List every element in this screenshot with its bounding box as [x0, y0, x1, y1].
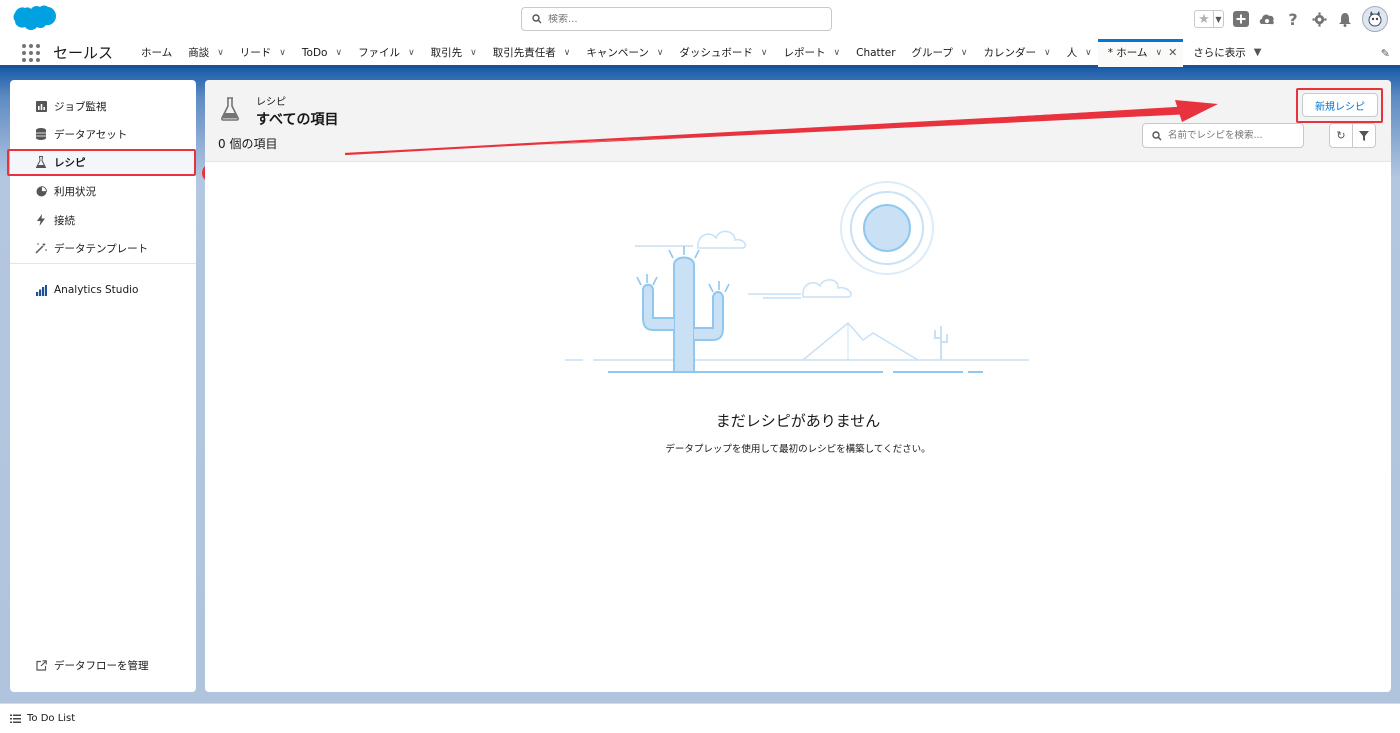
annotation-highlight-new-recipe: [1296, 88, 1383, 123]
chevron-down-icon[interactable]: ∨: [279, 48, 286, 58]
magic-wand-icon: [35, 242, 47, 254]
nav-item-leads[interactable]: リード ∨: [230, 39, 292, 67]
edit-nav-pencil-icon[interactable]: ✎: [1381, 47, 1390, 60]
app-name: セールス: [53, 44, 114, 62]
nav-item-chatter[interactable]: Chatter: [846, 39, 901, 67]
caret-down-icon[interactable]: ▼: [1254, 47, 1262, 58]
nav-item-groups[interactable]: グループ ∨: [902, 39, 974, 67]
recipe-flask-icon: [220, 97, 240, 124]
nav-item-files[interactable]: ファイル ∨: [348, 39, 421, 67]
sidebar-divider: [10, 263, 196, 264]
refresh-icon: ↻: [1336, 129, 1346, 142]
refresh-button[interactable]: ↻: [1329, 123, 1353, 148]
nav-item-opportunities[interactable]: 商談 ∨: [178, 39, 230, 67]
recipes-list-view: レシピ すべての項目 0 個の項目 新規レシピ ↻: [205, 80, 1391, 692]
favorites-button[interactable]: ★ ▼: [1194, 10, 1224, 28]
bell-icon[interactable]: [1336, 10, 1354, 28]
gear-icon[interactable]: [1310, 10, 1328, 28]
chevron-down-icon[interactable]: ∨: [1085, 48, 1092, 58]
sidebar-item-data-templates[interactable]: データテンプレート: [10, 236, 196, 260]
chevron-down-icon[interactable]: ∨: [564, 48, 571, 58]
analytics-studio-icon: [35, 284, 47, 296]
nav-item-accounts[interactable]: 取引先 ∨: [421, 39, 483, 67]
global-header: ★ ▼ ?: [0, 0, 1400, 40]
filter-button[interactable]: [1352, 123, 1376, 148]
chevron-down-icon[interactable]: ∨: [217, 48, 224, 58]
star-icon[interactable]: ★: [1195, 11, 1213, 27]
user-avatar[interactable]: [1362, 6, 1388, 32]
search-icon: [532, 14, 542, 24]
page-title: すべての項目: [256, 112, 339, 128]
global-search-input[interactable]: [548, 13, 798, 25]
empty-state-subtitle: データプレップを使用して最初のレシピを構築してください。: [665, 444, 931, 455]
trailhead-cloud-icon[interactable]: [1258, 10, 1276, 28]
close-icon[interactable]: ✕: [1168, 46, 1177, 59]
todo-list-label[interactable]: To Do List: [27, 713, 75, 724]
app-navigation: セールス ホーム 商談 ∨ リード ∨ ToDo ∨ ファイル ∨ 取引先 ∨ 取引先責任…: [0, 38, 1400, 68]
chevron-down-icon[interactable]: ∨: [408, 48, 415, 58]
chevron-down-icon[interactable]: ∨: [834, 48, 841, 58]
chevron-down-icon[interactable]: ∨: [1155, 48, 1162, 58]
annotation-highlight-recipes: [7, 149, 196, 176]
object-breadcrumb: レシピ: [256, 97, 286, 108]
nav-more[interactable]: さらに表示 ▼: [1183, 39, 1267, 67]
nav-item-reports[interactable]: レポート ∨: [774, 39, 847, 67]
header-utilities: ★ ▼ ?: [1194, 6, 1388, 32]
lightning-icon: [35, 214, 47, 226]
chevron-down-icon[interactable]: ∨: [470, 48, 477, 58]
pie-chart-icon: [35, 185, 47, 197]
sidebar-item-job-monitor[interactable]: ジョブ監視: [10, 94, 196, 118]
chevron-down-icon[interactable]: ∨: [961, 48, 968, 58]
app-launcher-icon[interactable]: [22, 43, 40, 62]
external-link-icon: [35, 659, 47, 671]
chevron-down-icon[interactable]: ∨: [1044, 48, 1051, 58]
nav-item-home-active-tab[interactable]: * ホーム ∨ ✕: [1097, 38, 1184, 67]
salesforce-logo[interactable]: [12, 4, 58, 39]
todo-list-icon[interactable]: [10, 714, 21, 724]
chevron-down-icon[interactable]: ∨: [657, 48, 664, 58]
nav-item-dashboards[interactable]: ダッシュボード ∨: [669, 39, 773, 67]
sidebar-item-connections[interactable]: 接続: [10, 208, 196, 232]
empty-state-title: まだレシピがありません: [715, 412, 881, 430]
chevron-down-icon[interactable]: ▼: [1213, 11, 1223, 27]
sidebar-item-data-assets[interactable]: データアセット: [10, 122, 196, 146]
chevron-down-icon[interactable]: ∨: [761, 48, 768, 58]
sidebar-item-analytics-studio[interactable]: Analytics Studio: [10, 278, 196, 302]
item-count: 0 個の項目: [218, 137, 278, 151]
nav-item-contacts[interactable]: 取引先責任者 ∨: [483, 39, 577, 67]
annotation-arrow: [344, 100, 1218, 156]
nav-item-campaigns[interactable]: キャンペーン ∨: [576, 39, 669, 67]
nav-item-home[interactable]: ホーム: [131, 39, 178, 67]
global-actions-add-icon[interactable]: [1232, 10, 1250, 28]
nav-item-people[interactable]: 人 ∨: [1057, 39, 1098, 67]
filter-icon: [1359, 130, 1369, 141]
help-icon[interactable]: ?: [1284, 10, 1302, 29]
nav-item-calendar[interactable]: カレンダー ∨: [974, 39, 1057, 67]
utility-bar: To Do List: [0, 703, 1400, 733]
database-icon: [35, 128, 47, 140]
nav-item-todo[interactable]: ToDo ∨: [292, 39, 348, 67]
chevron-down-icon[interactable]: ∨: [335, 48, 342, 58]
empty-state-desert-illustration: [563, 180, 1033, 383]
sidebar-item-usage[interactable]: 利用状況: [10, 179, 196, 203]
sidebar-item-manage-dataflows[interactable]: データフローを管理: [10, 653, 196, 677]
monitor-chart-icon: [35, 100, 47, 112]
global-search[interactable]: [521, 7, 832, 31]
